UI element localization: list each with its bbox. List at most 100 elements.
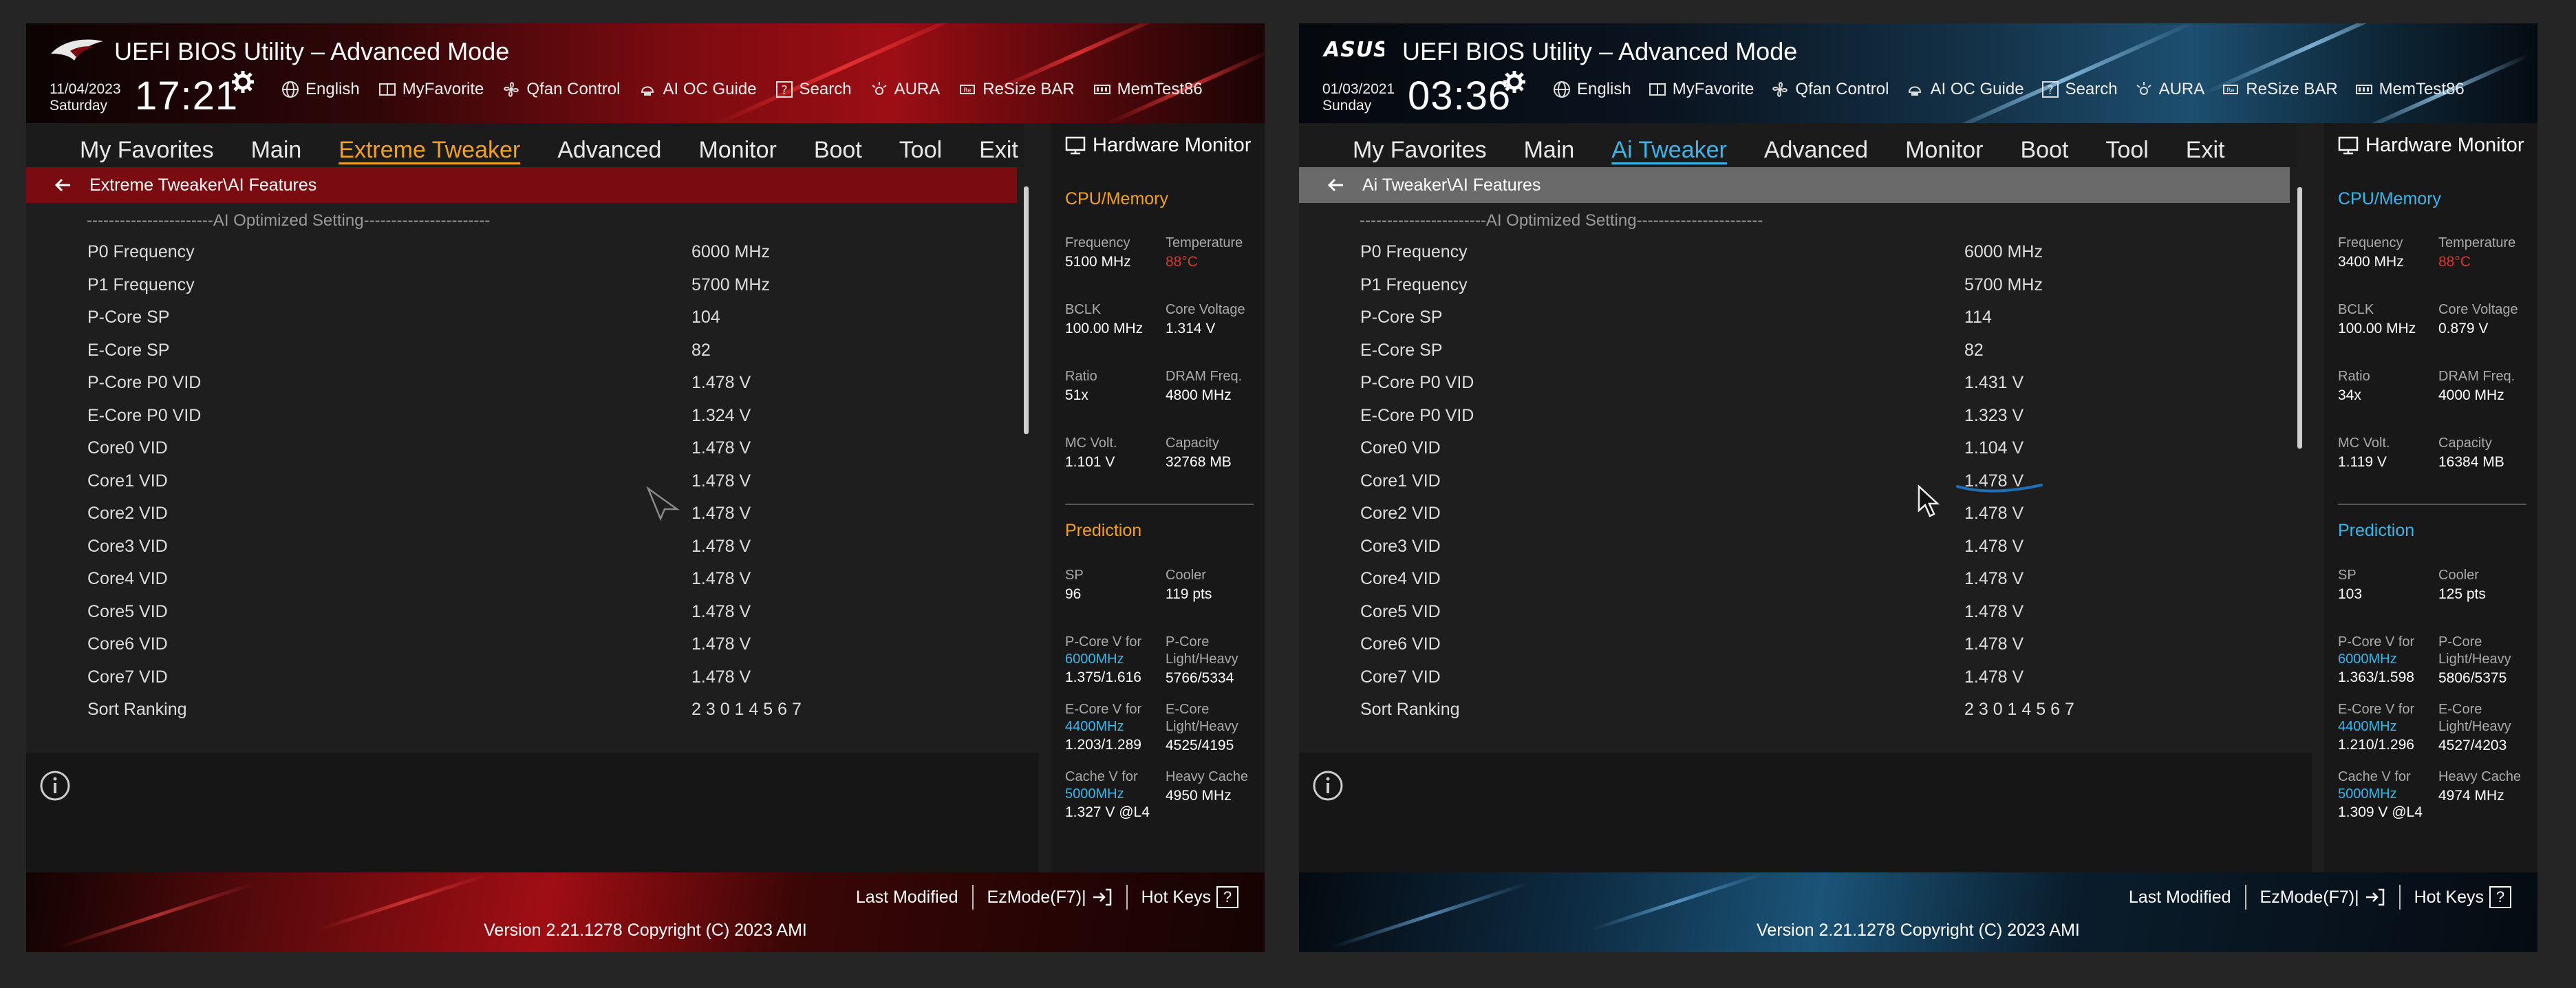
hardware-monitor-title: Hardware Monitor: [2338, 123, 2524, 167]
setting-row[interactable]: E-Core P0 VID 1.324 V: [26, 400, 1017, 433]
hot-keys-button[interactable]: Hot Keys?: [1128, 886, 1252, 908]
setting-row[interactable]: Core0 VID 1.104 V: [1299, 433, 2290, 465]
tab-exit[interactable]: Exit: [979, 137, 1018, 164]
tab-exit[interactable]: Exit: [2186, 137, 2225, 164]
setting-value: 1.104 V: [1964, 438, 2024, 458]
tab-bar: My Favorites Main Extreme Tweaker Advanc…: [26, 123, 1024, 167]
toolbar-memtest[interactable]: MemTest86: [2354, 80, 2465, 99]
toolbar-qfan[interactable]: Qfan Control: [1770, 80, 1889, 99]
ezmode-button[interactable]: EzMode(F7)|: [974, 887, 1126, 908]
setting-label: P-Core P0 VID: [87, 373, 202, 392]
toolbar-myfavorite[interactable]: MyFavorite: [1648, 80, 1754, 99]
tab-tool[interactable]: Tool: [899, 137, 942, 164]
setting-row[interactable]: E-Core SP 82: [1299, 335, 2290, 367]
toolbar-qfan[interactable]: Qfan Control: [502, 80, 620, 99]
setting-row[interactable]: Sort Ranking 2 3 0 1 4 5 6 7: [1299, 694, 2290, 727]
setting-row[interactable]: Core0 VID 1.478 V: [26, 433, 1017, 465]
setting-label: Sort Ranking: [1360, 700, 1460, 719]
setting-value: 5700 MHz: [691, 275, 770, 294]
back-arrow-icon[interactable]: [52, 174, 74, 196]
setting-row[interactable]: Core1 VID 1.478 V: [26, 466, 1017, 498]
toolbar-search[interactable]: ? Search: [2041, 80, 2118, 99]
monitor-icon: [1065, 136, 1086, 155]
tab-boot[interactable]: Boot: [2020, 137, 2068, 164]
toolbar-english[interactable]: English: [281, 80, 360, 99]
favorite-icon: [1649, 83, 1666, 96]
toolbar-english[interactable]: English: [1552, 80, 1631, 99]
setting-row[interactable]: Core2 VID 1.478 V: [1299, 498, 2290, 530]
tab-monitor[interactable]: Monitor: [1905, 137, 1983, 164]
gear-icon[interactable]: [231, 70, 255, 94]
setting-row[interactable]: Core7 VID 1.478 V: [1299, 662, 2290, 694]
setting-row[interactable]: P1 Frequency 5700 MHz: [1299, 270, 2290, 302]
setting-row[interactable]: Core3 VID 1.478 V: [1299, 531, 2290, 563]
setting-value: 82: [1964, 340, 1984, 360]
tab-my-favorites[interactable]: My Favorites: [1353, 137, 1487, 164]
asus-logo-icon: ASUS: [1322, 38, 1384, 62]
back-arrow-icon[interactable]: [1325, 174, 1347, 196]
pred-cache-v: Cache V for 5000MHz 1.309 V @L4: [2338, 769, 2423, 820]
tab-main[interactable]: Main: [1524, 137, 1575, 164]
toolbar-resize-bar[interactable]: Re ReSize BAR: [958, 80, 1075, 99]
setting-value: 1.478 V: [691, 601, 751, 621]
setting-row[interactable]: P0 Frequency 6000 MHz: [26, 237, 1017, 269]
tab-boot[interactable]: Boot: [814, 137, 862, 164]
setting-row[interactable]: P1 Frequency 5700 MHz: [26, 270, 1017, 302]
setting-row[interactable]: P0 Frequency 6000 MHz: [1299, 237, 2290, 269]
setting-row[interactable]: Core4 VID 1.478 V: [1299, 563, 2290, 596]
ezmode-button[interactable]: EzMode(F7)|: [2246, 887, 2399, 908]
tab-advanced[interactable]: Advanced: [557, 137, 661, 164]
annotation-underline: [1956, 484, 2043, 493]
tab-my-favorites[interactable]: My Favorites: [80, 137, 214, 164]
last-modified-button[interactable]: Last Modified: [842, 888, 972, 908]
setting-value: 1.478 V: [691, 373, 751, 392]
tab-extreme-tweaker[interactable]: Extreme Tweaker: [339, 137, 520, 164]
tab-ai-tweaker[interactable]: Ai Tweaker: [1611, 137, 1727, 164]
date-text: 11/04/2023: [50, 81, 121, 97]
toolbar-myfavorite[interactable]: MyFavorite: [378, 80, 484, 99]
hw-dram-freq: DRAM Freq. 4000 MHz: [2438, 369, 2515, 403]
gear-icon[interactable]: [1503, 70, 1526, 94]
setting-value: 1.478 V: [691, 667, 751, 687]
toolbar-resize-bar[interactable]: Re ReSize BAR: [2221, 80, 2338, 99]
toolbar: English MyFavorite Qfan Control AI OC Gu…: [1552, 80, 2465, 99]
setting-row[interactable]: E-Core SP 82: [26, 335, 1017, 367]
setting-row[interactable]: E-Core P0 VID 1.323 V: [1299, 400, 2290, 433]
toolbar-aura[interactable]: AURA: [870, 80, 940, 99]
setting-row[interactable]: Core5 VID 1.478 V: [1299, 597, 2290, 629]
tab-main[interactable]: Main: [251, 137, 302, 164]
setting-row[interactable]: Core4 VID 1.478 V: [26, 563, 1017, 596]
setting-row[interactable]: P-Core SP 104: [26, 302, 1017, 334]
breadcrumb-path: Ai Tweaker\AI Features: [1362, 175, 1541, 195]
setting-row[interactable]: Core3 VID 1.478 V: [26, 531, 1017, 563]
tab-tool[interactable]: Tool: [2105, 137, 2148, 164]
setting-label: Core2 VID: [87, 504, 168, 523]
toolbar-search[interactable]: ? Search: [775, 80, 852, 99]
setting-row[interactable]: Core5 VID 1.478 V: [26, 597, 1017, 629]
tab-advanced[interactable]: Advanced: [1764, 137, 1868, 164]
scrollbar[interactable]: [1024, 186, 1029, 434]
header: UEFI BIOS Utility – Advanced Mode 11/04/…: [26, 23, 1265, 123]
scrollbar[interactable]: [2297, 187, 2302, 449]
setting-row[interactable]: Core6 VID 1.478 V: [26, 629, 1017, 661]
setting-value: 1.478 V: [691, 438, 751, 458]
setting-row[interactable]: Sort Ranking 2 3 0 1 4 5 6 7: [26, 694, 1017, 727]
hw-mc-volt: MC Volt. 1.101 V: [1065, 436, 1117, 470]
setting-row[interactable]: Core1 VID 1.478 V: [1299, 466, 2290, 498]
setting-row[interactable]: P-Core P0 VID 1.431 V: [1299, 367, 2290, 400]
setting-row[interactable]: Core2 VID 1.478 V: [26, 498, 1017, 530]
toolbar-ai-oc-guide[interactable]: AI OC Guide: [1905, 80, 2024, 99]
tab-monitor[interactable]: Monitor: [698, 137, 776, 164]
toolbar-aura[interactable]: AURA: [2134, 80, 2204, 99]
setting-row[interactable]: P-Core P0 VID 1.478 V: [26, 367, 1017, 400]
pred-pcore-v: P-Core V for 6000MHz 1.363/1.598: [2338, 634, 2415, 685]
hot-keys-button[interactable]: Hot Keys?: [2401, 886, 2525, 908]
last-modified-button[interactable]: Last Modified: [2115, 888, 2245, 908]
search-icon: ?: [775, 81, 793, 98]
setting-row[interactable]: Core6 VID 1.478 V: [1299, 629, 2290, 661]
toolbar-ai-oc-guide[interactable]: AI OC Guide: [638, 80, 757, 99]
toolbar-memtest[interactable]: MemTest86: [1093, 80, 1203, 99]
setting-row[interactable]: Core7 VID 1.478 V: [26, 662, 1017, 694]
setting-row[interactable]: P-Core SP 114: [1299, 302, 2290, 334]
breadcrumb: Extreme Tweaker\AI Features: [26, 167, 1017, 203]
